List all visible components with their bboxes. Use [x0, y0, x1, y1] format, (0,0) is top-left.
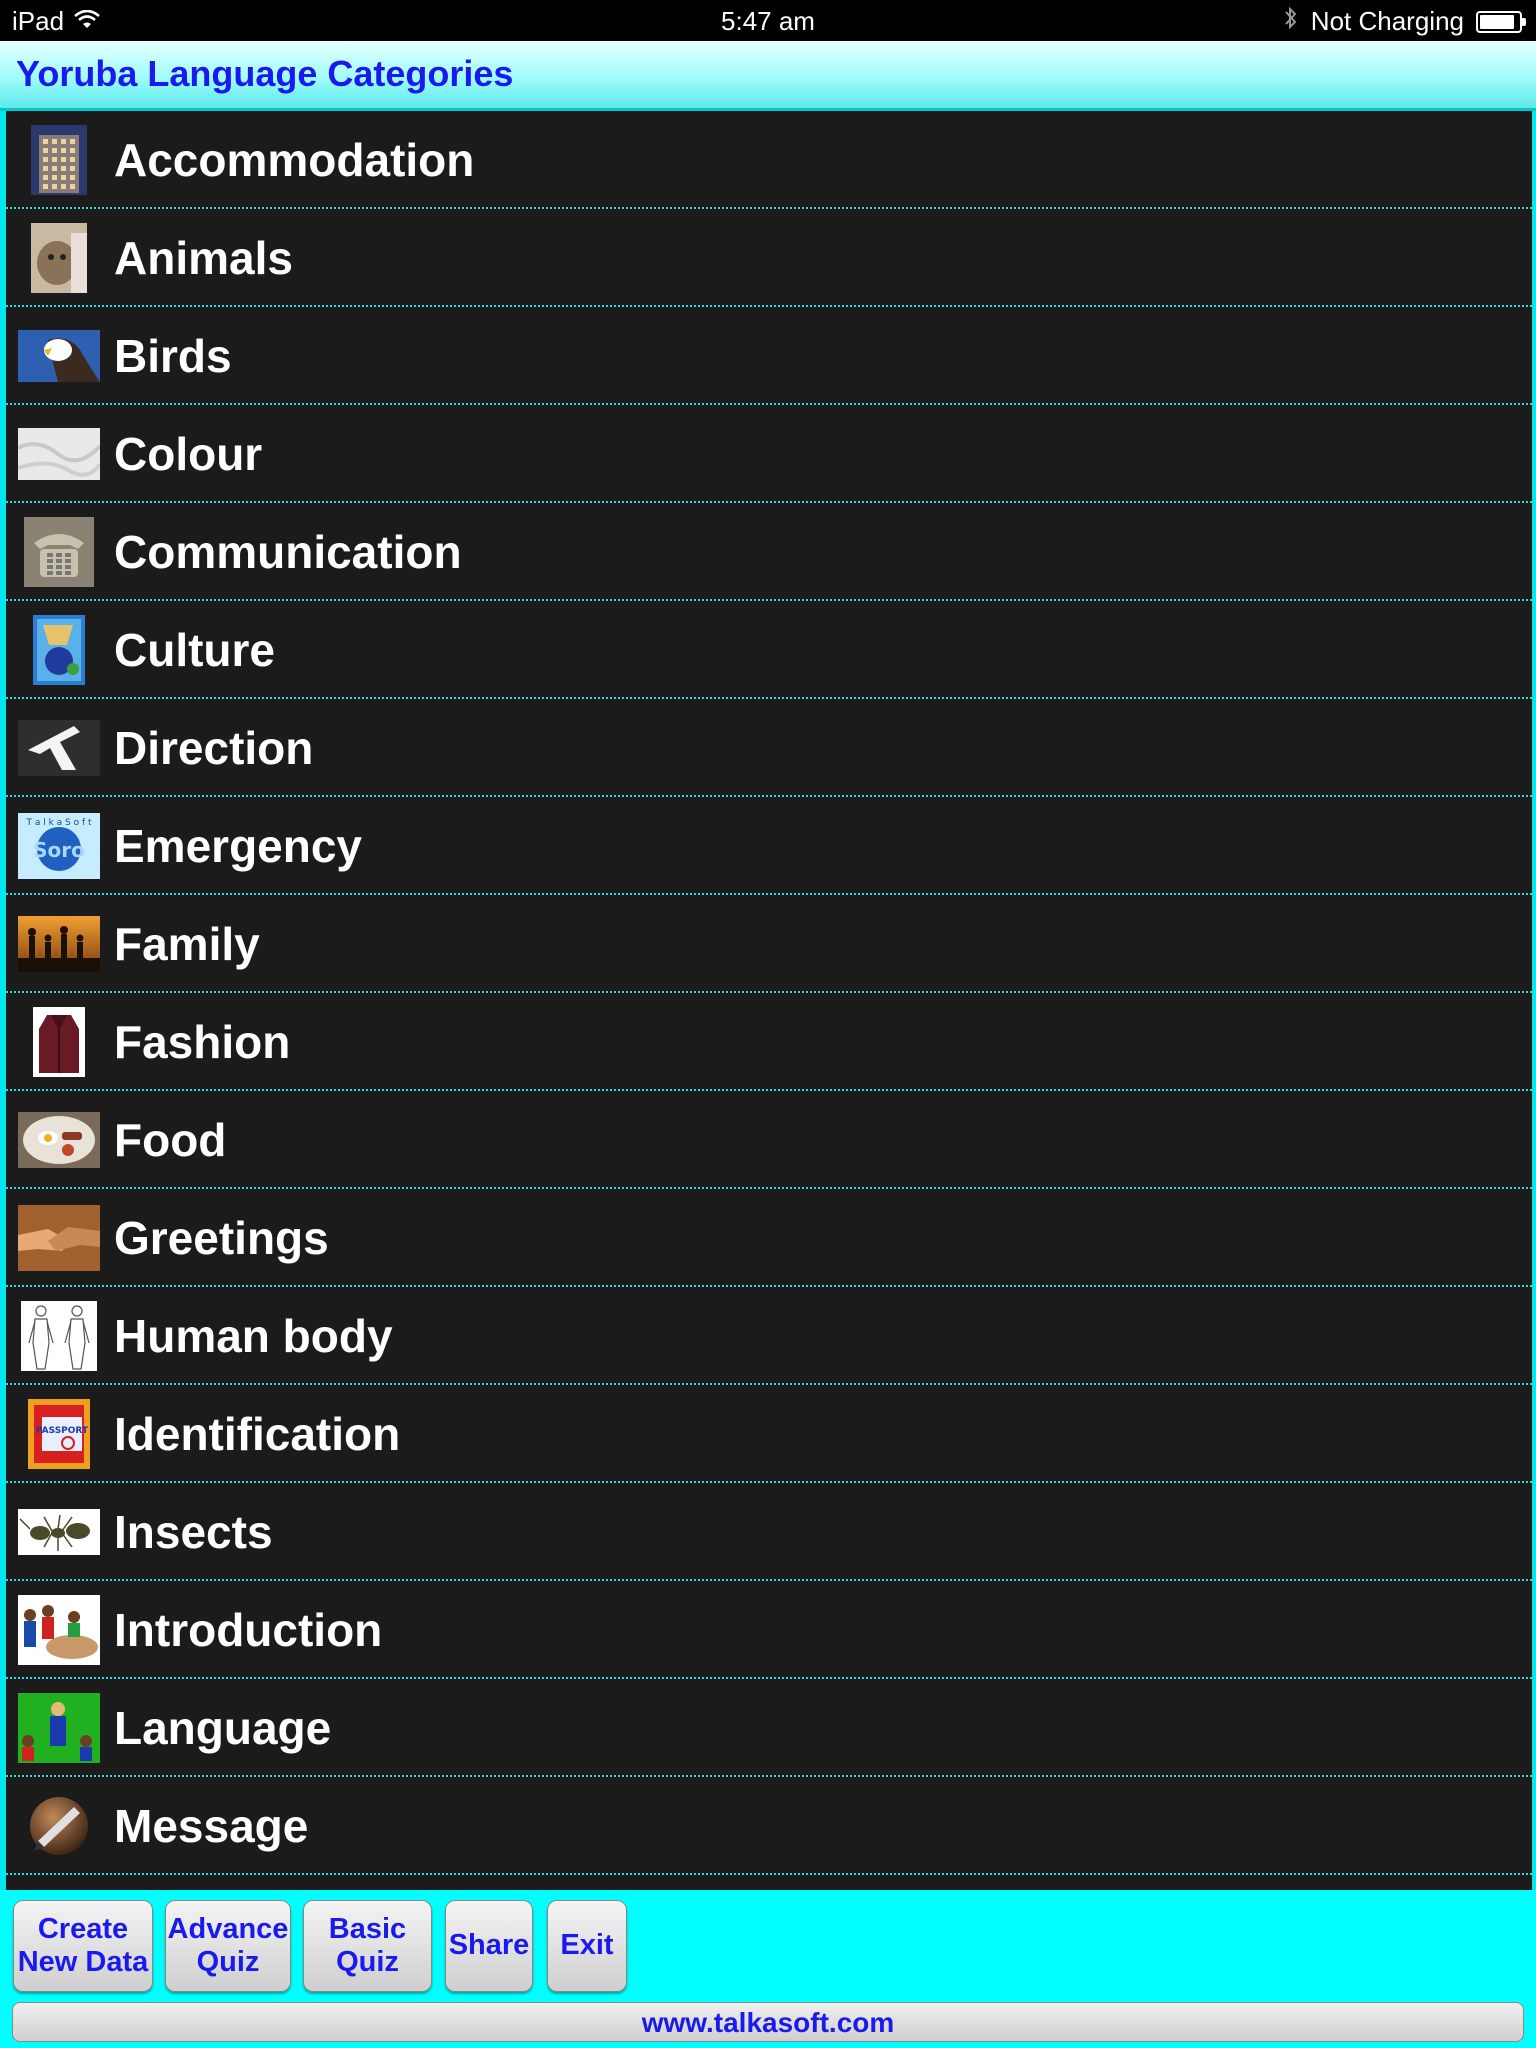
category-label: Human body: [114, 1310, 393, 1362]
bluetooth-icon: [1283, 6, 1299, 37]
basic-quiz-button[interactable]: Basic Quiz: [303, 1900, 432, 1992]
page-title: Yoruba Language Categories: [16, 53, 514, 94]
status-bar: iPad 5:47 am Not Charging: [0, 0, 1536, 41]
share-button[interactable]: Share: [445, 1900, 533, 1992]
category-row-language[interactable]: Language: [6, 1679, 1532, 1777]
svg-text:PASSPORT: PASSPORT: [36, 1426, 89, 1436]
page-header: Yoruba Language Categories: [0, 41, 1536, 111]
category-label: Family: [114, 918, 260, 970]
status-right: Not Charging: [1283, 6, 1526, 37]
category-row-birds[interactable]: Birds: [6, 307, 1532, 405]
arrow-sign-icon: [18, 713, 100, 783]
white-fabric-icon: [18, 419, 100, 489]
category-label: Food: [114, 1114, 227, 1166]
family-silhouette-icon: [18, 909, 100, 979]
pen-icon: [18, 1791, 100, 1861]
category-label: Greetings: [114, 1212, 329, 1264]
category-label: Direction: [114, 722, 314, 774]
hotel-building-icon: [18, 125, 100, 195]
charging-status: Not Charging: [1310, 6, 1464, 36]
category-row-communication[interactable]: Communication: [6, 503, 1532, 601]
exit-button[interactable]: Exit: [547, 1900, 627, 1992]
breakfast-plate-icon: [18, 1105, 100, 1175]
svg-text:T a l k a S o f t: T a l k a S o f t: [25, 818, 92, 828]
battery-level: [1480, 14, 1515, 29]
website-link[interactable]: www.talkasoft.com: [12, 2002, 1524, 2042]
category-label: Fashion: [114, 1016, 291, 1068]
svg-text:Soro: Soro: [33, 838, 85, 862]
category-label: Communication: [114, 526, 462, 578]
ant-icon: [18, 1497, 100, 1567]
category-row-identification[interactable]: PASSPORT Identification: [6, 1385, 1532, 1483]
telephone-icon: [18, 517, 100, 587]
category-label: Birds: [114, 330, 232, 382]
category-row-family[interactable]: Family: [6, 895, 1532, 993]
category-row-human-body[interactable]: Human body: [6, 1287, 1532, 1385]
category-label: Message: [114, 1800, 309, 1852]
talkasoft-logo-icon: Soro T a l k a S o f t: [18, 811, 100, 881]
category-label: Language: [114, 1702, 332, 1754]
create-new-data-button[interactable]: Create New Data: [13, 1900, 153, 1992]
category-list-inner[interactable]: Accommodation Animals Birds Colour Communica…: [6, 111, 1532, 1890]
category-row-colour[interactable]: Colour: [6, 405, 1532, 503]
people-meeting-icon: [18, 1595, 100, 1665]
category-label: Colour: [114, 428, 263, 480]
classroom-icon: [18, 1693, 100, 1763]
category-row-culture[interactable]: Culture: [6, 601, 1532, 699]
category-row-emergency[interactable]: Soro T a l k a S o f t Emergency: [6, 797, 1532, 895]
category-row-message[interactable]: Message: [6, 1777, 1532, 1875]
category-label: Animals: [114, 232, 293, 284]
category-row-greetings[interactable]: Greetings: [6, 1189, 1532, 1287]
category-row-animals[interactable]: Animals: [6, 209, 1532, 307]
bottom-toolbar: Create New Data Advance Quiz Basic Quiz …: [0, 1890, 1536, 2048]
category-row-direction[interactable]: Direction: [6, 699, 1532, 797]
category-row-accommodation[interactable]: Accommodation: [6, 111, 1532, 209]
culture-poster-icon: [18, 615, 100, 685]
category-row-food[interactable]: Food: [6, 1091, 1532, 1189]
category-row-insects[interactable]: Insects: [6, 1483, 1532, 1581]
cat-icon: [18, 223, 100, 293]
category-label: Introduction: [114, 1604, 383, 1656]
category-list: Accommodation Animals Birds Colour Communica…: [0, 111, 1536, 1890]
category-row-fashion[interactable]: Fashion: [6, 993, 1532, 1091]
handshake-icon: [18, 1203, 100, 1273]
category-label: Accommodation: [114, 134, 475, 186]
leather-jacket-icon: [18, 1007, 100, 1077]
category-label: Identification: [114, 1408, 401, 1460]
category-label: Culture: [114, 624, 275, 676]
passport-icon: PASSPORT: [18, 1399, 100, 1469]
advance-quiz-button[interactable]: Advance Quiz: [165, 1900, 291, 1992]
category-label: Emergency: [114, 820, 363, 872]
eagle-icon: [18, 321, 100, 391]
category-row-introduction[interactable]: Introduction: [6, 1581, 1532, 1679]
category-label: Insects: [114, 1506, 273, 1558]
body-outline-icon: [18, 1301, 100, 1371]
battery-icon: [1476, 10, 1526, 33]
